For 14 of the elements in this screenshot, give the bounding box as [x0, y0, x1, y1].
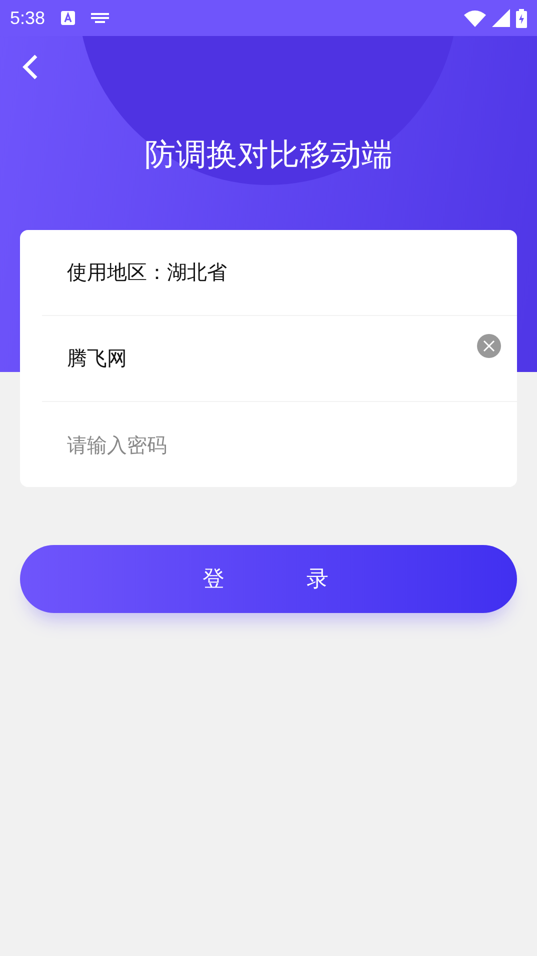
login-button[interactable]: 登录: [20, 545, 517, 613]
password-field[interactable]: 请输入密码: [42, 424, 449, 466]
back-icon[interactable]: [22, 54, 38, 80]
clear-button[interactable]: [477, 334, 501, 358]
wifi-icon: [464, 10, 486, 26]
region-label: 使用地区：湖北省: [66, 259, 227, 286]
username-field[interactable]: 腾飞网: [42, 338, 449, 380]
close-icon: [483, 340, 495, 352]
battery-icon: [516, 8, 527, 28]
keyboard-icon: [91, 13, 110, 23]
page-title: 防调换对比移动端: [144, 136, 392, 175]
app-notification-icon: [61, 11, 76, 25]
signal-icon: [492, 9, 510, 27]
status-time: 5:38: [10, 8, 46, 28]
